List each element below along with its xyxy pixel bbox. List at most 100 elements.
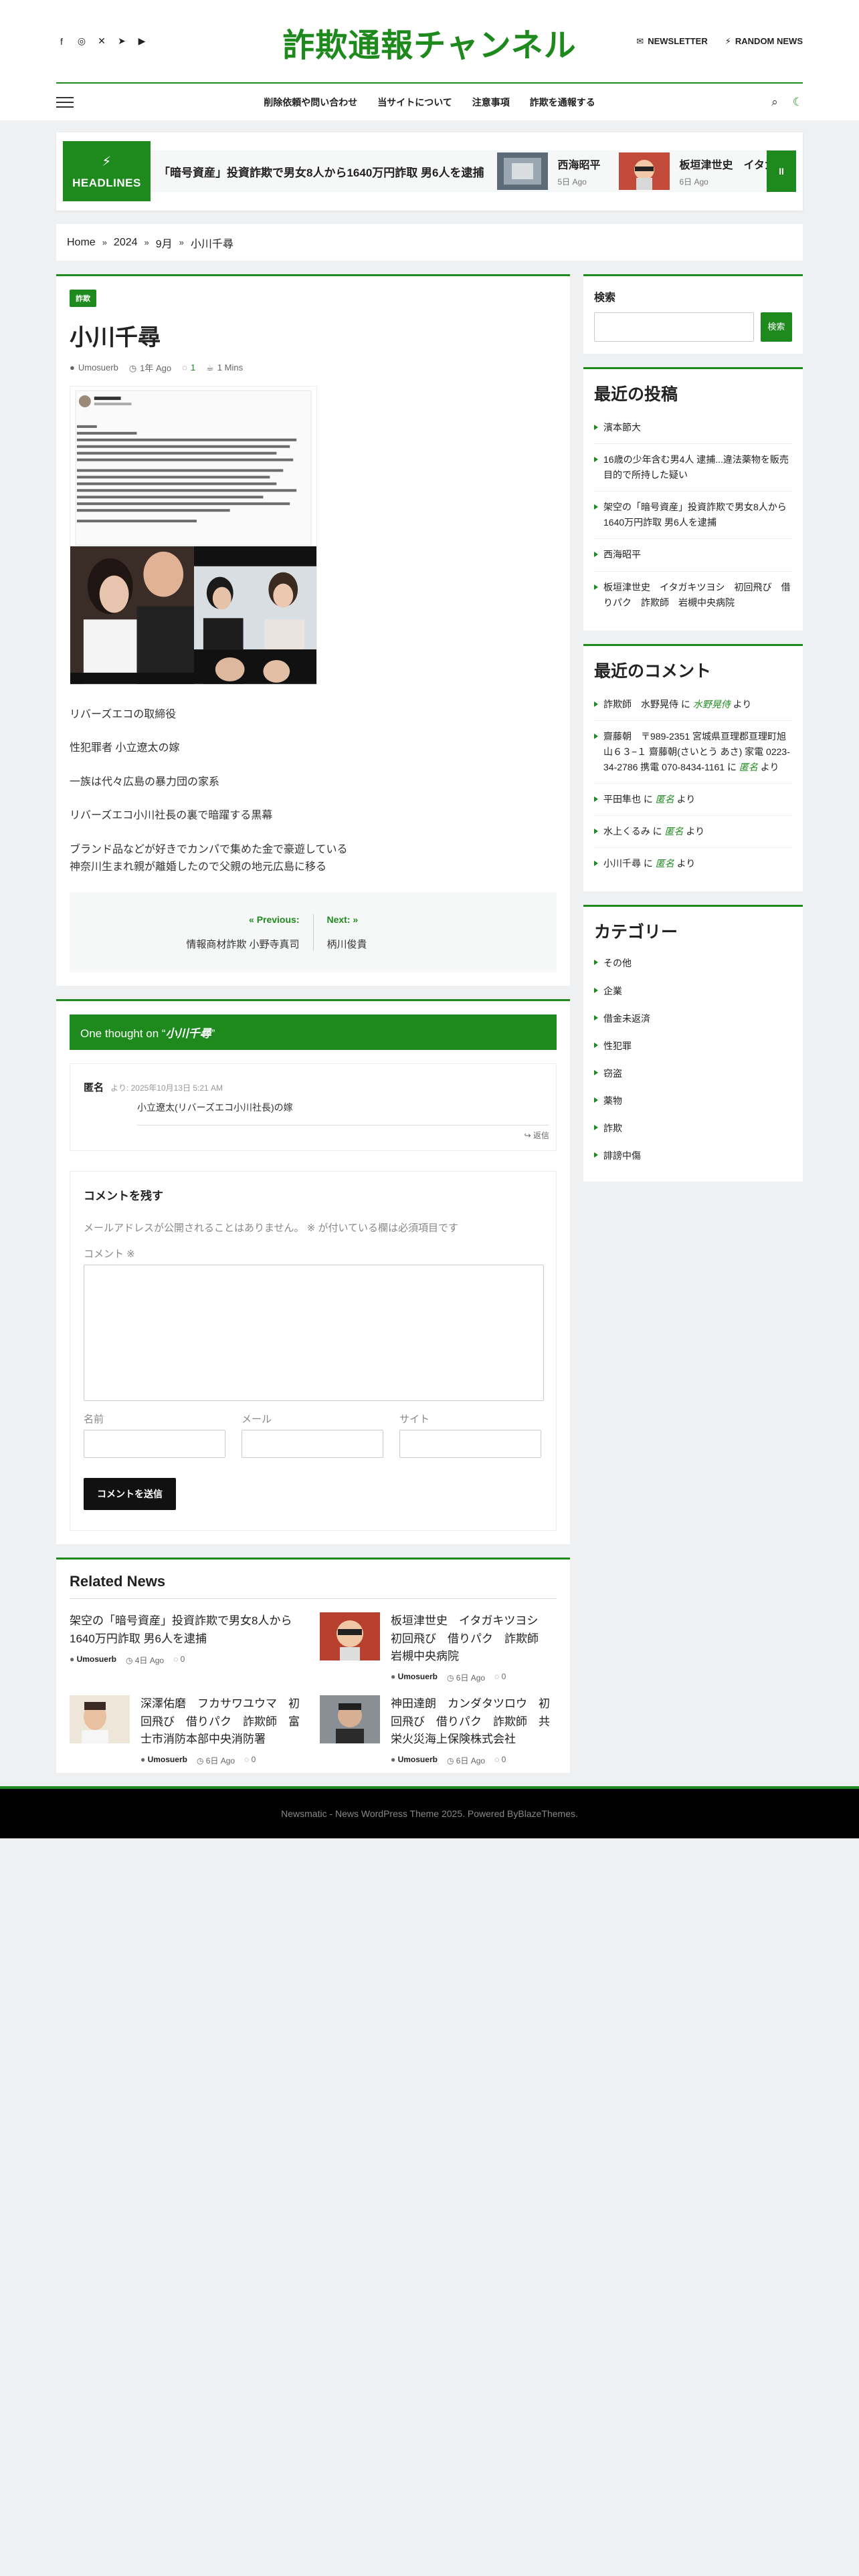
related-thumbnail[interactable] bbox=[320, 1612, 380, 1661]
breadcrumb-year[interactable]: 2024 bbox=[114, 237, 138, 249]
post-content: リバーズエコの取締役 性犯罪者 小立遼太の嫁 一族は代々広島の暴力団の家系 リバ… bbox=[70, 706, 557, 876]
comment-date[interactable]: より: 2025年10月13日 5:21 AM bbox=[110, 1083, 223, 1093]
ticker-item[interactable]: 板垣津世史 イタガ 6日 Ago bbox=[619, 152, 767, 190]
categories-title: カテゴリー bbox=[594, 923, 678, 942]
recent-comment-post-link[interactable]: 匿名 bbox=[656, 794, 674, 804]
menu-item-notice[interactable]: 注意事項 bbox=[472, 96, 510, 109]
website-input[interactable] bbox=[399, 1430, 541, 1459]
site-footer: Newsmatic - News WordPress Theme 2025. P… bbox=[0, 1786, 859, 1839]
category-badge[interactable]: 詐欺 bbox=[70, 290, 96, 307]
recent-posts-widget: 最近の投稿 濱本節大 16歳の少年含む男4人 逮捕...違法薬物を販売目的で所持… bbox=[583, 367, 803, 631]
comment-item: 匿名 より: 2025年10月13日 5:21 AM 小立遼太(リバーズエコ小川… bbox=[70, 1063, 557, 1152]
recent-post-item[interactable]: 板垣津世史 イタガキツヨシ 初回飛び 借りパク 詐欺師 岩槻中央病院 bbox=[594, 572, 792, 619]
related-thumbnail[interactable] bbox=[320, 1695, 380, 1744]
comment-form-title: コメントを残す bbox=[84, 1190, 163, 1203]
category-item[interactable]: 企業 bbox=[594, 978, 792, 1005]
previous-post-link[interactable]: « Previous: 情報商材詐欺 小野寺真司 bbox=[83, 914, 314, 951]
chevron-right-icon: » bbox=[102, 237, 107, 247]
post-comment-count[interactable]: 1 bbox=[191, 362, 195, 372]
envelope-icon: ✉ bbox=[636, 35, 644, 46]
site-header: f ◎ ✕ ➤ ▶ 詐欺通報チャンネル ✉ NEWSLETTER ⚡ RANDOM … bbox=[0, 0, 859, 120]
footer-brand-link[interactable]: BlazeThemes. bbox=[518, 1808, 577, 1819]
category-item[interactable]: 窃盗 bbox=[594, 1060, 792, 1087]
x-twitter-icon[interactable]: ✕ bbox=[96, 35, 107, 47]
breadcrumb-home[interactable]: Home bbox=[67, 237, 96, 249]
menu-item-contact[interactable]: 削除依頼や問い合わせ bbox=[264, 96, 357, 109]
main-menu: 削除依頼や問い合わせ 当サイトについて 注意事項 詐欺を通報する bbox=[264, 96, 595, 109]
related-news: Related News 架空の「暗号資産」投資詐欺で男女8人から1640万円詐… bbox=[56, 1558, 570, 1774]
recent-comment-post-link[interactable]: 匿名 bbox=[665, 826, 684, 837]
menu-item-report[interactable]: 詐欺を通報する bbox=[530, 96, 595, 109]
facebook-icon[interactable]: f bbox=[56, 36, 67, 47]
user-icon: ● bbox=[391, 1672, 398, 1682]
related-item-title[interactable]: 深澤佑磨 フカサワユウマ 初回飛び 借りパク 詐欺師 富士市消防本部中央消防署 bbox=[140, 1697, 300, 1745]
recent-comment-post-link[interactable]: 水野晃侍 bbox=[693, 699, 731, 710]
related-item-title[interactable]: 神田達朗 カンダタツロウ 初回飛び 借りパク 詐欺師 共栄火災海上保険株式会社 bbox=[391, 1697, 550, 1745]
recent-post-item[interactable]: 16歳の少年含む男4人 逮捕...違法薬物を販売目的で所持した疑い bbox=[594, 444, 792, 492]
recent-comment-item: 水上くるみ に 匿名 より bbox=[594, 816, 792, 849]
email-label: メール bbox=[242, 1414, 272, 1426]
category-item[interactable]: 詐欺 bbox=[594, 1115, 792, 1142]
recent-comments-widget: 最近のコメント 詐欺師 水野晃侍 に 水野晃侍 より 齋藤朝 〒989-2351… bbox=[583, 643, 803, 892]
related-item: 神田達朗 カンダタツロウ 初回飛び 借りパク 詐欺師 共栄火災海上保険株式会社 … bbox=[320, 1695, 557, 1766]
search-widget: 検索 検索 bbox=[583, 274, 803, 354]
search-input[interactable] bbox=[594, 312, 754, 342]
category-item[interactable]: 薬物 bbox=[594, 1087, 792, 1115]
search-button[interactable]: 検索 bbox=[760, 312, 792, 342]
breadcrumb-current: 小川千尋 bbox=[190, 238, 233, 250]
instagram-icon[interactable]: ◎ bbox=[76, 35, 87, 47]
email-input[interactable] bbox=[242, 1430, 383, 1459]
recent-comment-item: 平田隼也 に 匿名 より bbox=[594, 784, 792, 817]
newsletter-link[interactable]: ✉ NEWSLETTER bbox=[636, 36, 707, 47]
recent-post-item[interactable]: 濱本節大 bbox=[594, 412, 792, 445]
comment-reply-link[interactable]: ↪ 返信 bbox=[524, 1131, 549, 1140]
user-icon: ● bbox=[140, 1755, 148, 1765]
category-item[interactable]: その他 bbox=[594, 950, 792, 977]
related-item: 板垣津世史 イタガキツヨシ 初回飛び 借りパク 詐欺師 岩槻中央病院 ● Umo… bbox=[320, 1612, 557, 1683]
comments-heading: One thought on “小川千尋” bbox=[70, 1014, 557, 1051]
post-title: 小川千尋 bbox=[70, 325, 161, 350]
post-paragraph: リバーズエコ小川社長の裏で暗躍する黒幕 bbox=[70, 810, 273, 822]
menu-item-about[interactable]: 当サイトについて bbox=[377, 96, 452, 109]
hamburger-menu-icon[interactable] bbox=[56, 96, 74, 108]
search-icon[interactable]: ⌕ bbox=[771, 96, 778, 109]
random-news-link[interactable]: ⚡ RANDOM NEWS bbox=[725, 36, 803, 47]
comment-textarea[interactable] bbox=[84, 1265, 544, 1402]
recent-comment-post-link[interactable]: 匿名 bbox=[739, 762, 758, 772]
ticker-item[interactable]: 西海昭平 5日 Ago bbox=[497, 152, 619, 190]
headlines-ticker: ⚡ HEADLINES 「暗号資産」投資詐欺で男女8人から1640万円詐取 男6… bbox=[56, 132, 803, 211]
comment-icon: ◌ bbox=[182, 362, 187, 372]
name-input[interactable] bbox=[84, 1430, 225, 1459]
double-chevron-left-icon: « bbox=[249, 914, 257, 925]
recent-comment-post-link[interactable]: 匿名 bbox=[656, 858, 674, 869]
submit-comment-button[interactable]: コメントを送信 bbox=[84, 1478, 176, 1511]
youtube-icon[interactable]: ▶ bbox=[136, 35, 147, 47]
related-item-title[interactable]: 架空の「暗号資産」投資詐欺で男女8人から1640万円詐取 男6人を逮捕 bbox=[70, 1614, 292, 1644]
comment-form: コメントを残す メールアドレスが公開されることはありません。 ※ が付いている欄… bbox=[70, 1171, 557, 1531]
recent-comment-item: 詐欺師 水野晃侍 に 水野晃侍 より bbox=[594, 689, 792, 721]
dark-mode-toggle-icon[interactable]: ☾ bbox=[793, 96, 803, 109]
recent-post-item[interactable]: 架空の「暗号資産」投資詐欺で男女8人から1640万円詐取 男6人を逮捕 bbox=[594, 492, 792, 540]
related-item: 深澤佑磨 フカサワユウマ 初回飛び 借りパク 詐欺師 富士市消防本部中央消防署 … bbox=[70, 1695, 306, 1766]
chevron-right-icon: » bbox=[144, 237, 149, 247]
ticker-pause-button[interactable]: II bbox=[767, 150, 796, 192]
comment-form-note: メールアドレスが公開されることはありません。 ※ が付いている欄は必須項目です bbox=[84, 1222, 459, 1235]
related-thumbnail[interactable] bbox=[70, 1695, 130, 1744]
category-item[interactable]: 性犯罪 bbox=[594, 1033, 792, 1060]
headlines-label: ⚡ HEADLINES bbox=[63, 141, 151, 201]
ticker-lead-link[interactable]: 「暗号資産」投資詐欺で男女8人から1640万円詐取 男6人を逮捕 bbox=[151, 163, 497, 180]
site-title[interactable]: 詐欺通報チャンネル bbox=[282, 19, 577, 66]
recent-post-item[interactable]: 西海昭平 bbox=[594, 539, 792, 572]
featured-image bbox=[70, 386, 317, 685]
related-item-title[interactable]: 板垣津世史 イタガキツヨシ 初回飛び 借りパク 詐欺師 岩槻中央病院 bbox=[391, 1614, 550, 1662]
name-label: 名前 bbox=[84, 1414, 104, 1426]
website-label: サイト bbox=[399, 1414, 430, 1426]
telegram-icon[interactable]: ➤ bbox=[116, 35, 127, 47]
category-item[interactable]: 誹謗中傷 bbox=[594, 1142, 792, 1170]
next-post-link[interactable]: Next: » 柄川俊貴 bbox=[314, 914, 544, 951]
clock-icon: ◷ bbox=[446, 1673, 456, 1683]
breadcrumb-month[interactable]: 9月 bbox=[156, 235, 173, 251]
category-item[interactable]: 借金未返済 bbox=[594, 1005, 792, 1033]
post-author[interactable]: Umosuerb bbox=[78, 362, 118, 372]
bolt-icon: ⚡ bbox=[725, 35, 731, 46]
